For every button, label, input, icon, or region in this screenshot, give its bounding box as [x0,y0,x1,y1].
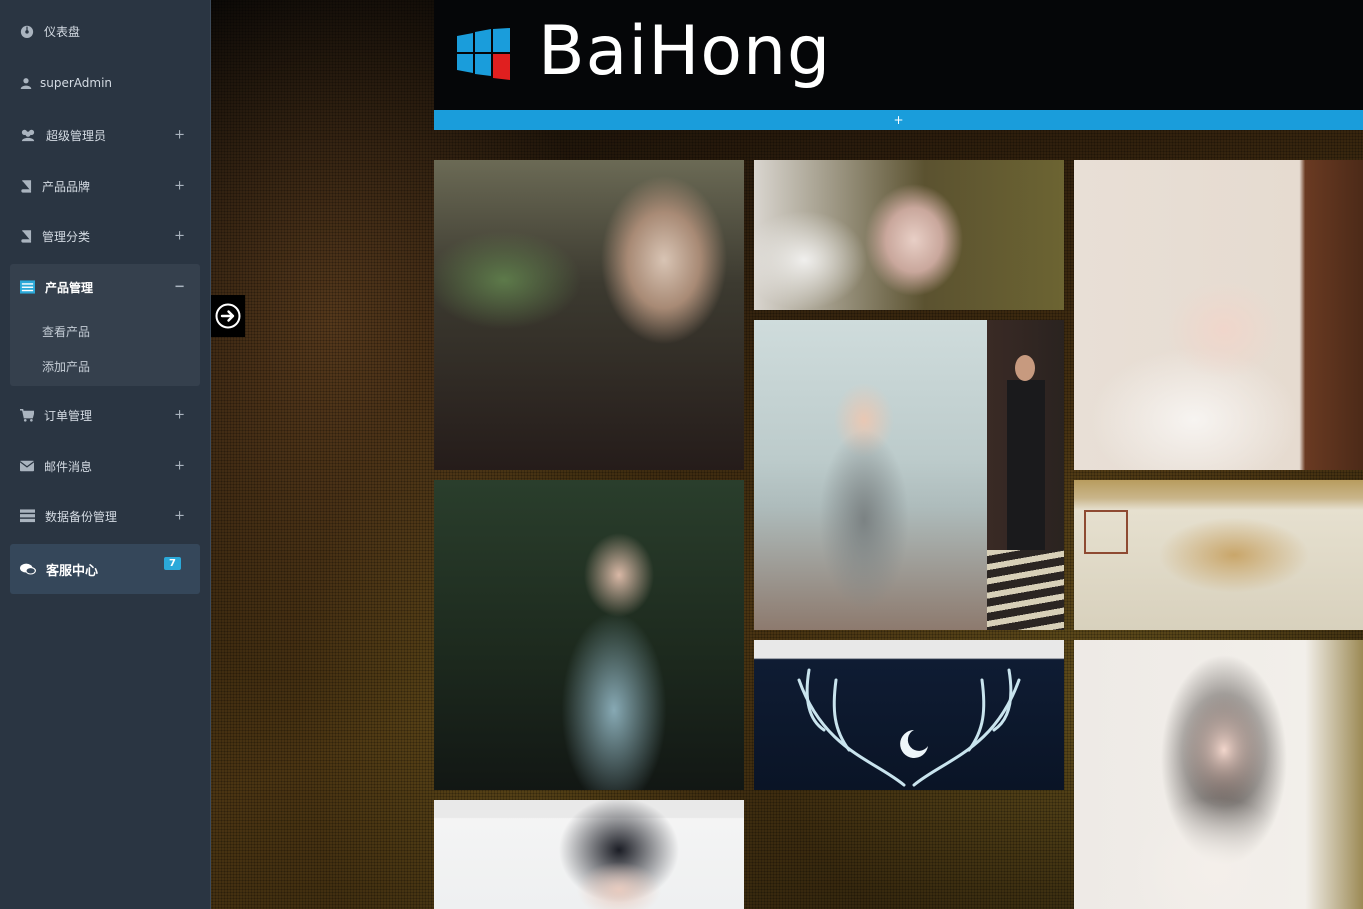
user-icon [20,78,32,89]
sidebar-item-label: 超级管理员 [46,128,107,143]
sidebar-item-label: 订单管理 [44,408,93,423]
submenu-view-products[interactable]: 查看产品 [42,323,90,340]
plus-icon: + [893,113,904,127]
envelope-icon [20,460,34,472]
submenu-add-product[interactable]: 添加产品 [42,358,90,375]
sidebar-item-superadmin[interactable]: superAdmin [10,65,200,101]
sidebar-item-products[interactable]: 产品管理 − [10,269,200,305]
sidebar-item-brands[interactable]: 产品品牌 + [10,168,200,204]
expand-bar[interactable]: + [434,110,1363,130]
sidebar-item-label: superAdmin [40,76,113,90]
sidebar-item-label: 产品品牌 [42,179,91,194]
sidebar-item-categories[interactable]: 管理分类 + [10,218,200,254]
expand-icon: + [174,508,185,524]
list-icon [20,280,35,294]
gallery-tile[interactable]: photo-antlers-moon-night [754,640,1064,790]
notification-badge: 7 [164,557,181,570]
gallery-tile[interactable]: photo-man-street [987,320,1064,630]
gallery-tile[interactable]: photo-girl-pillow [754,160,1064,310]
expand-icon: + [174,458,185,474]
gallery-tile[interactable]: photo-girl-bangs [434,800,744,909]
sidebar-item-orders[interactable]: 订单管理 + [10,397,200,433]
main-area: BaiHong + photo-woman-tea-balcony photo-… [211,0,1363,909]
arrow-right-circle-icon [215,303,241,329]
gallery-tile[interactable]: photo-woman-tea-balcony [434,160,744,470]
antler-moon-graphic [797,668,1021,787]
gallery-tile[interactable]: photo-girl-bed-white [1074,160,1363,470]
logo-text: BaiHong [538,12,832,91]
gallery-tile[interactable]: photo-girl-antlers-forest [434,480,744,790]
sidebar-item-label: 产品管理 [45,280,94,295]
sidebar-toggle-button[interactable] [211,295,245,337]
book-icon [21,180,32,193]
sidebar-item-messages[interactable]: 邮件消息 + [10,448,200,484]
gallery-tile[interactable]: photo-chinese-dragon-painting [1074,480,1363,630]
cart-icon [20,409,34,422]
expand-icon: + [174,178,185,194]
dashboard-icon [20,25,34,38]
sidebar-item-label: 客服中心 [46,563,99,579]
gallery-tile[interactable]: photo-girl-seaside [754,320,987,630]
sidebar-item-label: 数据备份管理 [45,509,118,524]
expand-icon: + [174,407,185,423]
database-icon [20,509,35,523]
sidebar-item-super-admins[interactable]: 超级管理员 + [10,117,200,153]
windows-logo-icon [457,28,510,80]
collapse-icon: − [174,279,185,295]
sidebar-item-label: 仪表盘 [44,24,81,39]
book-icon [21,230,32,243]
users-icon [21,129,35,142]
sidebar-item-dashboard[interactable]: 仪表盘 [10,13,200,49]
sidebar: 仪表盘 superAdmin 超级管理员 + 产品品牌 + 管理分类 + 产品管… [0,0,211,909]
sidebar-item-backup[interactable]: 数据备份管理 + [10,498,200,534]
chat-icon [20,563,36,575]
sidebar-item-label: 邮件消息 [44,459,93,474]
expand-icon: + [174,127,185,143]
sidebar-item-label: 管理分类 [42,229,91,244]
gallery-tile[interactable]: photo-girl-white-sweater [1074,640,1363,909]
expand-icon: + [174,228,185,244]
